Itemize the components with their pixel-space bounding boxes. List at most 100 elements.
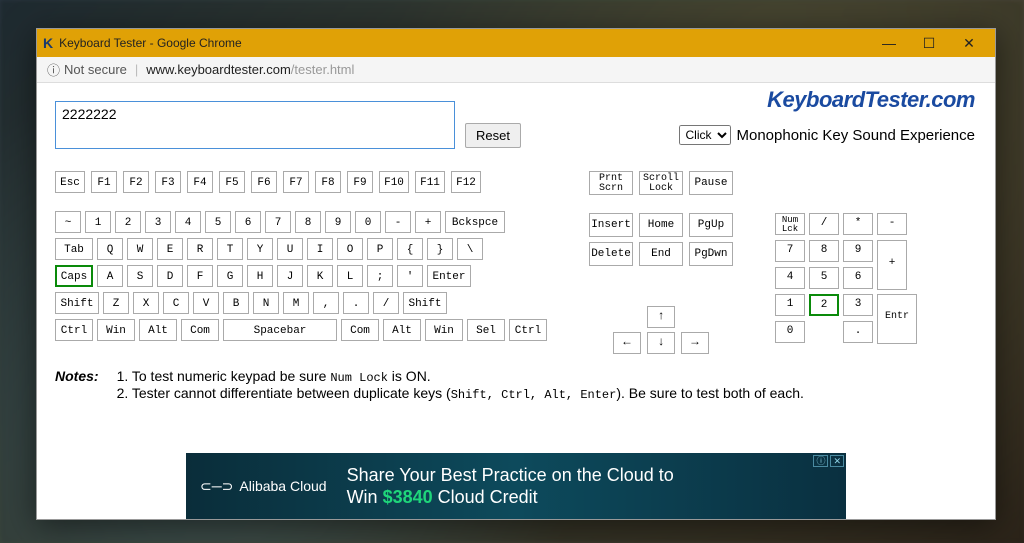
- key-period[interactable]: .: [343, 292, 369, 314]
- test-input[interactable]: [55, 101, 455, 149]
- key-4[interactable]: 4: [175, 211, 201, 233]
- key-end[interactable]: End: [639, 242, 683, 266]
- key-f[interactable]: F: [187, 265, 213, 287]
- key-minus[interactable]: -: [385, 211, 411, 233]
- key-lalt[interactable]: Alt: [139, 319, 177, 341]
- key-f11[interactable]: F11: [415, 171, 445, 193]
- key-rcom[interactable]: Com: [341, 319, 379, 341]
- key-5[interactable]: 5: [205, 211, 231, 233]
- reset-button[interactable]: Reset: [465, 123, 521, 148]
- key-tilde[interactable]: ~: [55, 211, 81, 233]
- key-u[interactable]: U: [277, 238, 303, 260]
- key-o[interactable]: O: [337, 238, 363, 260]
- key-h[interactable]: H: [247, 265, 273, 287]
- key-backslash[interactable]: \: [457, 238, 483, 260]
- key-np-0[interactable]: 0: [775, 321, 805, 343]
- address-bar[interactable]: ⓘ Not secure | www.keyboardtester.com/te…: [37, 57, 995, 83]
- key-prntscrn[interactable]: PrntScrn: [589, 171, 633, 195]
- key-g[interactable]: G: [217, 265, 243, 287]
- key-f5[interactable]: F5: [219, 171, 245, 193]
- key-tab[interactable]: Tab: [55, 238, 93, 260]
- key-sel[interactable]: Sel: [467, 319, 505, 341]
- key-f7[interactable]: F7: [283, 171, 309, 193]
- key-rctrl[interactable]: Ctrl: [509, 319, 547, 341]
- key-home[interactable]: Home: [639, 213, 683, 237]
- key-p[interactable]: P: [367, 238, 393, 260]
- key-numlock[interactable]: NumLck: [775, 213, 805, 235]
- sound-select[interactable]: Click: [679, 125, 731, 145]
- close-button[interactable]: ✕: [949, 29, 989, 57]
- key-np-dot[interactable]: .: [843, 321, 873, 343]
- key-spacebar[interactable]: Spacebar: [223, 319, 337, 341]
- key-f10[interactable]: F10: [379, 171, 409, 193]
- key-6[interactable]: 6: [235, 211, 261, 233]
- key-v[interactable]: V: [193, 292, 219, 314]
- key-t[interactable]: T: [217, 238, 243, 260]
- key-lwin[interactable]: Win: [97, 319, 135, 341]
- key-e[interactable]: E: [157, 238, 183, 260]
- key-np-5[interactable]: 5: [809, 267, 839, 289]
- key-slash[interactable]: /: [373, 292, 399, 314]
- key-2[interactable]: 2: [115, 211, 141, 233]
- ad-banner[interactable]: ⊂─⊃ Alibaba Cloud Share Your Best Practi…: [186, 453, 846, 519]
- key-up-arrow[interactable]: ↑: [647, 306, 675, 328]
- key-pause[interactable]: Pause: [689, 171, 733, 195]
- key-np-7[interactable]: 7: [775, 240, 805, 262]
- key-y[interactable]: Y: [247, 238, 273, 260]
- key-comma[interactable]: ,: [313, 292, 339, 314]
- key-delete[interactable]: Delete: [589, 242, 633, 266]
- key-x[interactable]: X: [133, 292, 159, 314]
- key-semicolon[interactable]: ;: [367, 265, 393, 287]
- key-k[interactable]: K: [307, 265, 333, 287]
- site-logo[interactable]: KeyboardTester.com: [767, 87, 975, 113]
- key-lcom[interactable]: Com: [181, 319, 219, 341]
- key-scrolllock[interactable]: ScrollLock: [639, 171, 683, 195]
- key-w[interactable]: W: [127, 238, 153, 260]
- key-caps[interactable]: Caps: [55, 265, 93, 287]
- key-down-arrow[interactable]: ↓: [647, 332, 675, 354]
- key-backspace[interactable]: Bckspce: [445, 211, 505, 233]
- key-f6[interactable]: F6: [251, 171, 277, 193]
- key-lctrl[interactable]: Ctrl: [55, 319, 93, 341]
- key-f8[interactable]: F8: [315, 171, 341, 193]
- minimize-button[interactable]: —: [869, 29, 909, 57]
- key-s[interactable]: S: [127, 265, 153, 287]
- key-n[interactable]: N: [253, 292, 279, 314]
- key-np-2[interactable]: 2: [809, 294, 839, 316]
- key-np-slash[interactable]: /: [809, 213, 839, 235]
- key-quote[interactable]: ': [397, 265, 423, 287]
- key-lshift[interactable]: Shift: [55, 292, 99, 314]
- key-q[interactable]: Q: [97, 238, 123, 260]
- key-rbrace[interactable]: }: [427, 238, 453, 260]
- key-np-9[interactable]: 9: [843, 240, 873, 262]
- key-f4[interactable]: F4: [187, 171, 213, 193]
- key-rwin[interactable]: Win: [425, 319, 463, 341]
- key-insert[interactable]: Insert: [589, 213, 633, 237]
- ad-close-icon[interactable]: ✕: [830, 455, 844, 467]
- key-a[interactable]: A: [97, 265, 123, 287]
- key-9[interactable]: 9: [325, 211, 351, 233]
- key-f1[interactable]: F1: [91, 171, 117, 193]
- key-j[interactable]: J: [277, 265, 303, 287]
- key-f3[interactable]: F3: [155, 171, 181, 193]
- key-m[interactable]: M: [283, 292, 309, 314]
- key-np-1[interactable]: 1: [775, 294, 805, 316]
- key-esc[interactable]: Esc: [55, 171, 85, 193]
- key-lbrace[interactable]: {: [397, 238, 423, 260]
- key-np-3[interactable]: 3: [843, 294, 873, 316]
- key-b[interactable]: B: [223, 292, 249, 314]
- maximize-button[interactable]: ☐: [909, 29, 949, 57]
- key-7[interactable]: 7: [265, 211, 291, 233]
- key-np-6[interactable]: 6: [843, 267, 873, 289]
- key-1[interactable]: 1: [85, 211, 111, 233]
- key-f12[interactable]: F12: [451, 171, 481, 193]
- key-np-star[interactable]: *: [843, 213, 873, 235]
- key-3[interactable]: 3: [145, 211, 171, 233]
- key-pgup[interactable]: PgUp: [689, 213, 733, 237]
- key-f2[interactable]: F2: [123, 171, 149, 193]
- key-i[interactable]: I: [307, 238, 333, 260]
- key-right-arrow[interactable]: →: [681, 332, 709, 354]
- key-np-plus[interactable]: +: [877, 240, 907, 290]
- titlebar[interactable]: K Keyboard Tester - Google Chrome — ☐ ✕: [37, 29, 995, 57]
- key-l[interactable]: L: [337, 265, 363, 287]
